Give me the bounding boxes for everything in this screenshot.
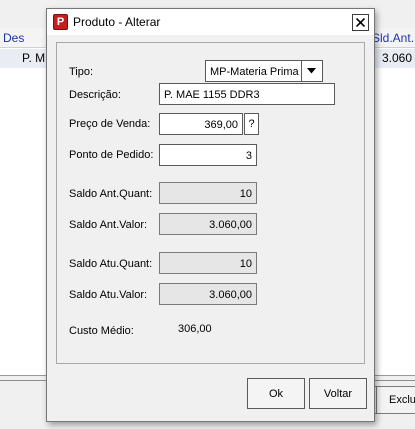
ponto-pedido-field[interactable]: 3 [159, 144, 257, 166]
excluir-button[interactable]: Exclu [376, 386, 415, 414]
grid-header-saldo-ant[interactable]: Sld.Ant. [372, 31, 414, 45]
tipo-select-value: MP-Materia Prima [210, 66, 299, 78]
grid-header-descricao[interactable]: Des [3, 31, 24, 45]
preco-venda-field[interactable]: 369,00 [159, 113, 243, 135]
ok-button[interactable]: Ok [247, 378, 305, 409]
grid-cell-descricao: P. M. [22, 51, 49, 65]
app-icon: P [53, 14, 68, 30]
close-button[interactable] [352, 14, 369, 31]
saldo-ant-valor-label: Saldo Ant.Valor: [69, 219, 148, 231]
grid-cell-saldo-ant: 3.060 [382, 51, 413, 65]
chevron-down-icon [307, 68, 316, 74]
saldo-ant-quant-field: 10 [159, 182, 257, 204]
produto-alterar-dialog: P Produto - Alterar Tipo: MP-Materia Pri… [46, 8, 375, 422]
saldo-ant-valor-field: 3.060,00 [159, 213, 257, 235]
tipo-dropdown-button[interactable] [301, 61, 322, 81]
saldo-atu-quant-field: 10 [159, 252, 257, 274]
close-icon [356, 18, 365, 27]
ponto-pedido-label: Ponto de Pedido: [69, 149, 154, 161]
dialog-titlebar[interactable]: P Produto - Alterar [47, 9, 374, 35]
saldo-atu-valor-label: Saldo Atu.Valor: [69, 289, 148, 301]
descricao-field[interactable]: P. MAE 1155 DDR3 [159, 83, 335, 105]
saldo-atu-quant-label: Saldo Atu.Quant: [69, 258, 153, 270]
tipo-label: Tipo: [69, 66, 94, 78]
saldo-ant-quant-label: Saldo Ant.Quant: [69, 188, 153, 200]
preco-venda-help-button[interactable]: ? [244, 113, 259, 135]
preco-venda-label: Preço de Venda: [69, 118, 151, 130]
custo-medio-value: 306,00 [178, 323, 212, 335]
voltar-button[interactable]: Voltar [309, 378, 367, 409]
descricao-label: Descrição: [69, 89, 121, 101]
tipo-select[interactable]: MP-Materia Prima [205, 60, 323, 82]
dialog-title: Produto - Alterar [73, 15, 161, 29]
saldo-atu-valor-field: 3.060,00 [159, 283, 257, 305]
custo-medio-label: Custo Médio: [69, 325, 134, 337]
